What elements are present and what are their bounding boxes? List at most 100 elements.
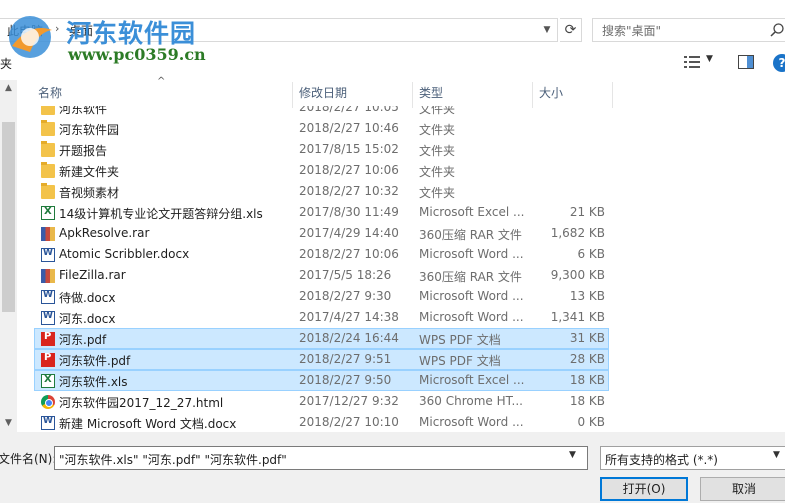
file-name: 河东软件园2017_12_27.html bbox=[59, 396, 224, 410]
file-row[interactable]: 新建 Microsoft Word 文档.docx 2018/2/27 10:10… bbox=[34, 412, 609, 433]
file-size: 18 KB bbox=[569, 394, 605, 408]
file-name: 河东.docx bbox=[59, 312, 116, 326]
file-type: Microsoft Excel ... bbox=[419, 373, 525, 387]
file-row[interactable]: ApkResolve.rar 2017/4/29 14:40 360压缩 RAR 文… bbox=[34, 223, 609, 244]
column-header-date[interactable]: 修改日期 bbox=[299, 82, 347, 106]
filename-input[interactable]: "河东软件.xls" "河东.pdf" "河东软件.pdf" ▼ bbox=[54, 446, 588, 470]
search-icon[interactable] bbox=[769, 22, 785, 38]
file-type: 文件夹 bbox=[419, 186, 456, 200]
toolbar: 夹 bbox=[0, 50, 785, 78]
scrollbar-thumb[interactable] bbox=[2, 122, 15, 312]
scroll-down-icon[interactable]: ▼ bbox=[0, 415, 17, 432]
file-size: 31 KB bbox=[569, 331, 605, 345]
file-type: Microsoft Word ... bbox=[419, 415, 524, 429]
file-type: 文件夹 bbox=[419, 123, 456, 137]
file-type: 文件夹 bbox=[419, 144, 456, 158]
preview-pane-icon[interactable] bbox=[738, 55, 754, 69]
help-icon[interactable]: ? bbox=[773, 54, 785, 72]
file-size: 1,341 KB bbox=[550, 310, 605, 324]
refresh-icon[interactable]: ⟳ bbox=[560, 18, 582, 42]
file-date: 2017/12/27 9:32 bbox=[299, 394, 399, 408]
file-rows: 河东软件 2018/2/27 10:05 文件夹 河东软件园 2018/2/27 10:… bbox=[34, 106, 614, 433]
rar-file-icon bbox=[41, 269, 55, 283]
rar-file-icon bbox=[41, 227, 55, 241]
file-row[interactable]: 待做.docx 2018/2/27 9:30 Microsoft Word ... 1… bbox=[34, 286, 609, 307]
search-input[interactable]: 搜索"桌面" bbox=[592, 18, 785, 42]
file-type: Microsoft Word ... bbox=[419, 247, 524, 261]
vertical-scrollbar[interactable]: ▲ ▼ bbox=[0, 80, 17, 432]
file-row[interactable]: 开题报告 2017/8/15 15:02 文件夹 bbox=[34, 139, 609, 160]
file-row[interactable]: 河东软件园 2018/2/27 10:46 文件夹 bbox=[34, 118, 609, 139]
html-file-icon bbox=[41, 395, 55, 409]
file-date: 2017/4/29 14:40 bbox=[299, 226, 399, 240]
file-row[interactable]: 音视频素材 2018/2/27 10:32 文件夹 bbox=[34, 181, 609, 202]
address-history-dropdown-icon[interactable]: ▼ bbox=[537, 20, 557, 40]
column-divider[interactable] bbox=[412, 82, 413, 108]
file-row[interactable]: 河东.pdf 2018/2/24 16:44 WPS PDF 文档 31 KB bbox=[34, 328, 609, 349]
file-type: Microsoft Word ... bbox=[419, 310, 524, 324]
file-name: 新建 Microsoft Word 文档.docx bbox=[59, 417, 237, 431]
view-dropdown-icon[interactable]: ▼ bbox=[706, 54, 713, 64]
filename-value[interactable]: "河东软件.xls" "河东.pdf" "河东软件.pdf" bbox=[59, 451, 287, 468]
file-type: 360 Chrome HT... bbox=[419, 394, 523, 408]
sort-ascending-icon: ^ bbox=[157, 76, 166, 87]
file-name: ApkResolve.rar bbox=[59, 226, 150, 240]
view-options-icon[interactable] bbox=[684, 55, 700, 69]
cancel-button[interactable]: 取消 bbox=[700, 477, 785, 501]
file-name: FileZilla.rar bbox=[59, 268, 126, 282]
file-name: 河东软件.xls bbox=[59, 375, 128, 389]
file-row[interactable]: 河东软件.xls 2018/2/27 9:50 Microsoft Excel ..… bbox=[34, 370, 609, 391]
file-date: 2018/2/27 9:30 bbox=[299, 289, 392, 303]
file-name: 新建文件夹 bbox=[59, 165, 120, 179]
word-file-icon bbox=[41, 416, 55, 430]
filename-label: 文件名(N): bbox=[0, 452, 57, 466]
file-date: 2018/2/24 16:44 bbox=[299, 331, 399, 345]
file-name: 河东软件园 bbox=[59, 123, 120, 137]
file-size: 28 KB bbox=[569, 352, 605, 366]
file-name: 音视频素材 bbox=[59, 186, 120, 200]
open-button[interactable]: 打开(O) bbox=[600, 477, 688, 501]
file-size: 6 KB bbox=[577, 247, 605, 261]
column-divider[interactable] bbox=[532, 82, 533, 108]
file-type: Microsoft Word ... bbox=[419, 289, 524, 303]
column-header-size[interactable]: 大小 bbox=[539, 82, 563, 106]
file-size: 0 KB bbox=[577, 415, 605, 429]
file-size: 21 KB bbox=[569, 205, 605, 219]
word-file-icon bbox=[41, 311, 55, 325]
column-divider[interactable] bbox=[292, 82, 293, 108]
file-date: 2017/4/27 14:38 bbox=[299, 310, 399, 324]
file-type-dropdown-icon[interactable]: ▼ bbox=[773, 450, 780, 460]
file-size: 9,300 KB bbox=[550, 268, 605, 282]
file-size: 18 KB bbox=[569, 373, 605, 387]
file-date: 2017/5/5 18:26 bbox=[299, 268, 392, 282]
file-type-value: 所有支持的格式 (*.*) bbox=[605, 453, 718, 467]
file-date: 2018/2/27 9:51 bbox=[299, 352, 392, 366]
file-row[interactable]: 河东软件园2017_12_27.html 2017/12/27 9:32 360 C… bbox=[34, 391, 609, 412]
filename-dropdown-icon[interactable]: ▼ bbox=[569, 450, 576, 460]
column-header-name[interactable]: 名称 bbox=[38, 82, 62, 106]
file-row[interactable]: 14级计算机专业论文开题答辩分组.xls 2017/8/30 11:49 Micro… bbox=[34, 202, 609, 223]
folder-icon bbox=[41, 162, 55, 178]
file-date: 2017/8/30 11:49 bbox=[299, 205, 399, 219]
file-row[interactable]: FileZilla.rar 2017/5/5 18:26 360压缩 RAR 文件 9… bbox=[34, 265, 609, 286]
file-date: 2018/2/27 10:06 bbox=[299, 247, 399, 261]
file-size: 1,682 KB bbox=[550, 226, 605, 240]
file-row[interactable]: 河东软件.pdf 2018/2/27 9:51 WPS PDF 文档 28 KB bbox=[34, 349, 609, 370]
file-row[interactable]: 河东.docx 2017/4/27 14:38 Microsoft Word ...… bbox=[34, 307, 609, 328]
file-name: 待做.docx bbox=[59, 291, 116, 305]
file-date: 2018/2/27 10:32 bbox=[299, 184, 399, 198]
file-row[interactable]: 新建文件夹 2018/2/27 10:06 文件夹 bbox=[34, 160, 609, 181]
file-type: WPS PDF 文档 bbox=[419, 354, 501, 368]
column-divider[interactable] bbox=[612, 82, 613, 108]
file-row[interactable]: Atomic Scribbler.docx 2018/2/27 10:06 Micr… bbox=[34, 244, 609, 265]
file-type: WPS PDF 文档 bbox=[419, 333, 501, 347]
file-type-select[interactable]: 所有支持的格式 (*.*) ▼ bbox=[600, 446, 785, 470]
organize-button[interactable]: 夹 bbox=[0, 55, 12, 72]
column-header-type[interactable]: 类型 bbox=[419, 82, 443, 106]
file-type: 360压缩 RAR 文件 bbox=[419, 270, 522, 284]
word-file-icon bbox=[41, 248, 55, 262]
excel-file-icon bbox=[41, 374, 55, 388]
folder-icon bbox=[41, 120, 55, 136]
scroll-up-icon[interactable]: ▲ bbox=[0, 80, 17, 97]
file-type: 360压缩 RAR 文件 bbox=[419, 228, 522, 242]
